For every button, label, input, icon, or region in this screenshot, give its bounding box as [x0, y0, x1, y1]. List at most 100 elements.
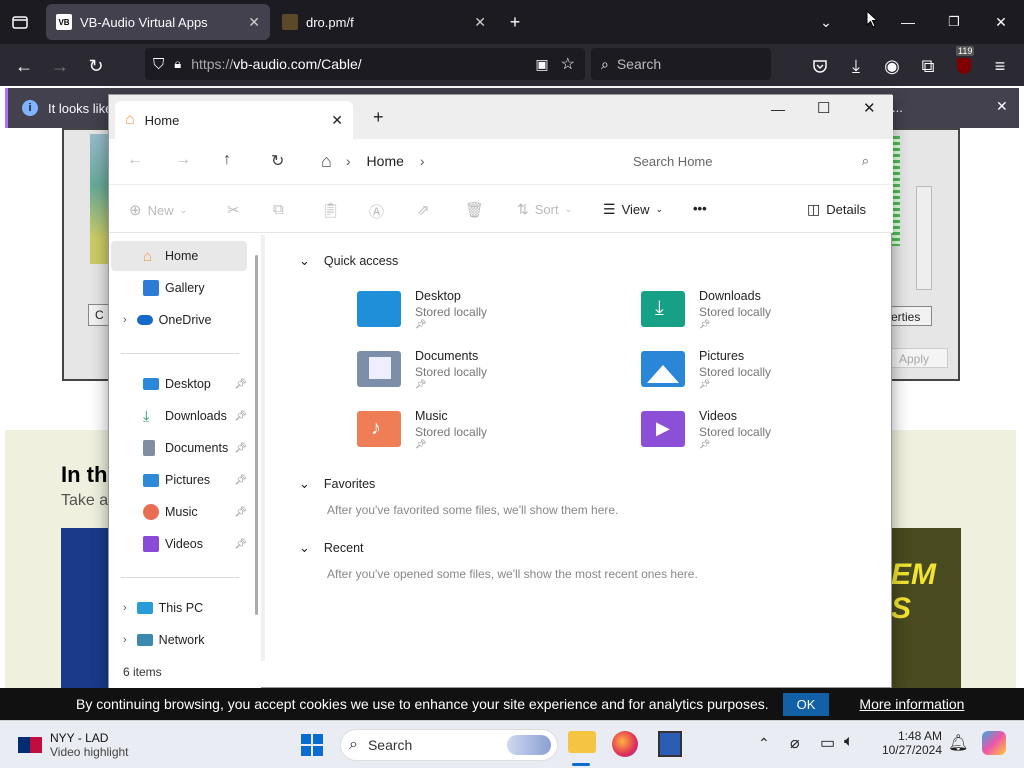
- sidebar-item-documents[interactable]: Documents 📌︎: [111, 433, 247, 463]
- pin-icon[interactable]: 📌︎: [234, 411, 247, 422]
- back-icon[interactable]: ←: [12, 54, 36, 78]
- shield-icon[interactable]: ⛉: [153, 56, 164, 73]
- pin-icon[interactable]: 📌︎: [234, 475, 247, 486]
- maximize-icon[interactable]: ☐: [817, 99, 830, 117]
- file-explorer-taskbar-icon[interactable]: [568, 731, 596, 753]
- qa-item-downloads[interactable]: ⤓ Downloads Stored locally 📌︎: [641, 289, 881, 339]
- sidebar-item-this-pc[interactable]: › This PC: [111, 593, 247, 623]
- close-icon[interactable]: ✕: [248, 14, 260, 31]
- explorer-tab-home[interactable]: ⌂ Home ✕: [115, 101, 353, 139]
- vb-cable-taskbar-icon[interactable]: [658, 731, 682, 757]
- new-button[interactable]: ⊕ New ⌄: [129, 201, 187, 219]
- notification-bell-icon[interactable]: 🔔︎: [948, 733, 968, 753]
- favorites-header[interactable]: ⌄ Favorites: [299, 476, 375, 492]
- hamburger-menu-icon[interactable]: ≡: [988, 54, 1012, 78]
- close-icon[interactable]: ✕: [996, 98, 1008, 115]
- sidebar-item-pictures[interactable]: Pictures 📌︎: [111, 465, 247, 495]
- close-icon[interactable]: ✕: [331, 112, 343, 129]
- sidebar-item-desktop[interactable]: Desktop 📌︎: [111, 369, 247, 399]
- reload-icon[interactable]: ↻: [84, 54, 108, 78]
- firefox-taskbar-icon[interactable]: [612, 731, 638, 757]
- downloads-icon[interactable]: ⤓: [844, 54, 868, 78]
- refresh-icon[interactable]: ↻: [271, 151, 284, 171]
- sidebar-item-onedrive[interactable]: › OneDrive: [111, 305, 247, 335]
- tab-list-icon[interactable]: [8, 10, 32, 34]
- address-bar[interactable]: ⌂ › Home ›: [311, 143, 607, 179]
- qa-item-desktop[interactable]: Desktop Stored locally 📌︎: [357, 289, 597, 339]
- sidebar-item-music[interactable]: Music 📌︎: [111, 497, 247, 527]
- share-icon[interactable]: ⇗: [417, 201, 430, 219]
- back-icon[interactable]: ←: [127, 151, 143, 169]
- minimize-icon[interactable]: —: [896, 10, 920, 34]
- extensions-icon[interactable]: ⧉: [916, 54, 940, 78]
- pocket-icon[interactable]: [808, 54, 832, 78]
- chevron-right-icon[interactable]: ›: [123, 314, 127, 326]
- quick-access-header[interactable]: ⌄ Quick access: [299, 253, 398, 269]
- sidebar-item-home[interactable]: ⌂ Home: [111, 241, 247, 271]
- up-icon[interactable]: ↑: [223, 151, 231, 169]
- display-tray-icon[interactable]: ▭: [820, 733, 835, 753]
- reader-view-icon[interactable]: ▣: [535, 56, 548, 73]
- explorer-search-input[interactable]: Search Home ⌕: [619, 143, 883, 179]
- pin-icon[interactable]: 📌︎: [234, 379, 247, 390]
- qa-item-videos[interactable]: ▶ Videos Stored locally 📌︎: [641, 409, 881, 459]
- sidebar-item-gallery[interactable]: Gallery: [111, 273, 247, 303]
- close-window-icon[interactable]: ✕: [863, 99, 876, 117]
- delete-icon[interactable]: 🗑︎: [465, 201, 484, 219]
- bookmark-star-icon[interactable]: ☆: [561, 54, 575, 74]
- speaker-icon[interactable]: 🔈︎: [844, 733, 854, 751]
- ublock-icon[interactable]: 119: [952, 46, 976, 78]
- browser-search-bar[interactable]: ⌕ Search: [591, 48, 771, 80]
- clock[interactable]: 1:48 AM 10/27/2024: [878, 729, 942, 757]
- chevron-up-icon[interactable]: ⌃: [758, 735, 770, 752]
- restore-icon[interactable]: ❐: [942, 10, 966, 34]
- network-tray-icon[interactable]: ⌀: [790, 733, 800, 753]
- windows-start-icon[interactable]: [300, 733, 324, 760]
- pin-icon[interactable]: 📌︎: [234, 443, 247, 454]
- close-icon[interactable]: ✕: [474, 14, 486, 31]
- dialog-scrollbar[interactable]: [916, 186, 932, 290]
- details-button[interactable]: ◫ Details: [807, 201, 866, 218]
- forward-icon[interactable]: →: [175, 151, 191, 169]
- lock-icon[interactable]: 🔒︎: [174, 56, 181, 72]
- qa-item-pictures[interactable]: Pictures Stored locally 📌︎: [641, 349, 881, 399]
- pane-splitter[interactable]: [261, 235, 265, 661]
- chevron-right-icon[interactable]: ›: [123, 602, 127, 614]
- paste-icon[interactable]: 📋︎: [321, 201, 340, 219]
- view-button[interactable]: ☰ View ⌄: [603, 201, 663, 218]
- new-tab-icon[interactable]: +: [503, 10, 527, 34]
- sidebar-item-downloads[interactable]: ⤓ Downloads 📌︎: [111, 401, 247, 431]
- breadcrumb-home[interactable]: Home: [367, 153, 404, 169]
- pin-icon[interactable]: 📌︎: [234, 539, 247, 550]
- copy-icon[interactable]: ⧉: [273, 201, 284, 218]
- tab-vb-audio[interactable]: VB VB-Audio Virtual Apps ✕: [46, 4, 270, 40]
- sidebar-item-network[interactable]: › Network: [111, 625, 247, 655]
- pictures-folder-icon: [641, 351, 685, 387]
- account-icon[interactable]: ◉: [880, 54, 904, 78]
- sidebar-item-videos[interactable]: Videos 📌︎: [111, 529, 247, 559]
- qa-item-music[interactable]: ♪ Music Stored locally 📌︎: [357, 409, 597, 459]
- chevron-right-icon[interactable]: ›: [123, 634, 127, 646]
- pin-icon[interactable]: 📌︎: [234, 507, 247, 518]
- news-widget[interactable]: NYY - LAD Video highlight: [18, 731, 129, 759]
- taskbar-search[interactable]: ⌕ Search: [340, 729, 558, 761]
- cut-icon[interactable]: ✂: [227, 201, 240, 219]
- apply-button[interactable]: Apply: [886, 348, 948, 368]
- url-bar[interactable]: ⛉ 🔒︎ https://vb-audio.com/Cable/ ▣ ☆: [145, 48, 585, 80]
- qa-item-documents[interactable]: Documents Stored locally 📌︎: [357, 349, 597, 399]
- cookie-more-info-link[interactable]: More information: [859, 696, 964, 712]
- tab-dro[interactable]: dro.pm/f ✕: [272, 4, 496, 40]
- notification-more[interactable]: ...: [892, 100, 903, 115]
- copilot-icon[interactable]: [982, 731, 1006, 755]
- sidebar-scrollbar[interactable]: [255, 255, 258, 615]
- close-window-icon[interactable]: ✕: [989, 10, 1013, 34]
- cookie-ok-button[interactable]: OK: [782, 692, 830, 716]
- recent-header[interactable]: ⌄ Recent: [299, 540, 364, 556]
- sort-button[interactable]: ⇅ Sort ⌄: [517, 201, 572, 218]
- new-tab-icon[interactable]: +: [373, 107, 384, 128]
- forward-icon[interactable]: →: [48, 54, 72, 78]
- chevron-down-icon[interactable]: ⌄: [814, 10, 838, 34]
- rename-icon[interactable]: Ⓐ: [369, 201, 384, 222]
- minimize-icon[interactable]: —: [771, 101, 785, 117]
- more-options-icon[interactable]: •••: [693, 201, 707, 216]
